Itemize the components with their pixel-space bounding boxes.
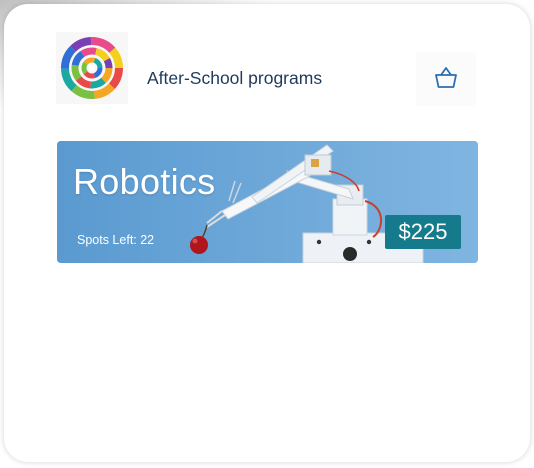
app-screen: After-School programs Robotics Spots Lef… <box>4 4 530 462</box>
price-badge: $225 <box>385 215 461 249</box>
spots-left-label: Spots Left: 22 <box>77 233 155 247</box>
cart-button[interactable] <box>416 52 476 106</box>
header: After-School programs <box>4 4 530 106</box>
program-title: Robotics <box>73 161 216 202</box>
basket-icon <box>435 67 457 88</box>
app-window: After-School programs Robotics Spots Lef… <box>0 0 534 468</box>
school-logo <box>56 32 128 104</box>
concentric-rings-logo-icon <box>61 37 123 99</box>
program-card-robotics[interactable]: Robotics Spots Left: 22 $225 <box>57 141 478 263</box>
page-title: After-School programs <box>147 68 323 88</box>
